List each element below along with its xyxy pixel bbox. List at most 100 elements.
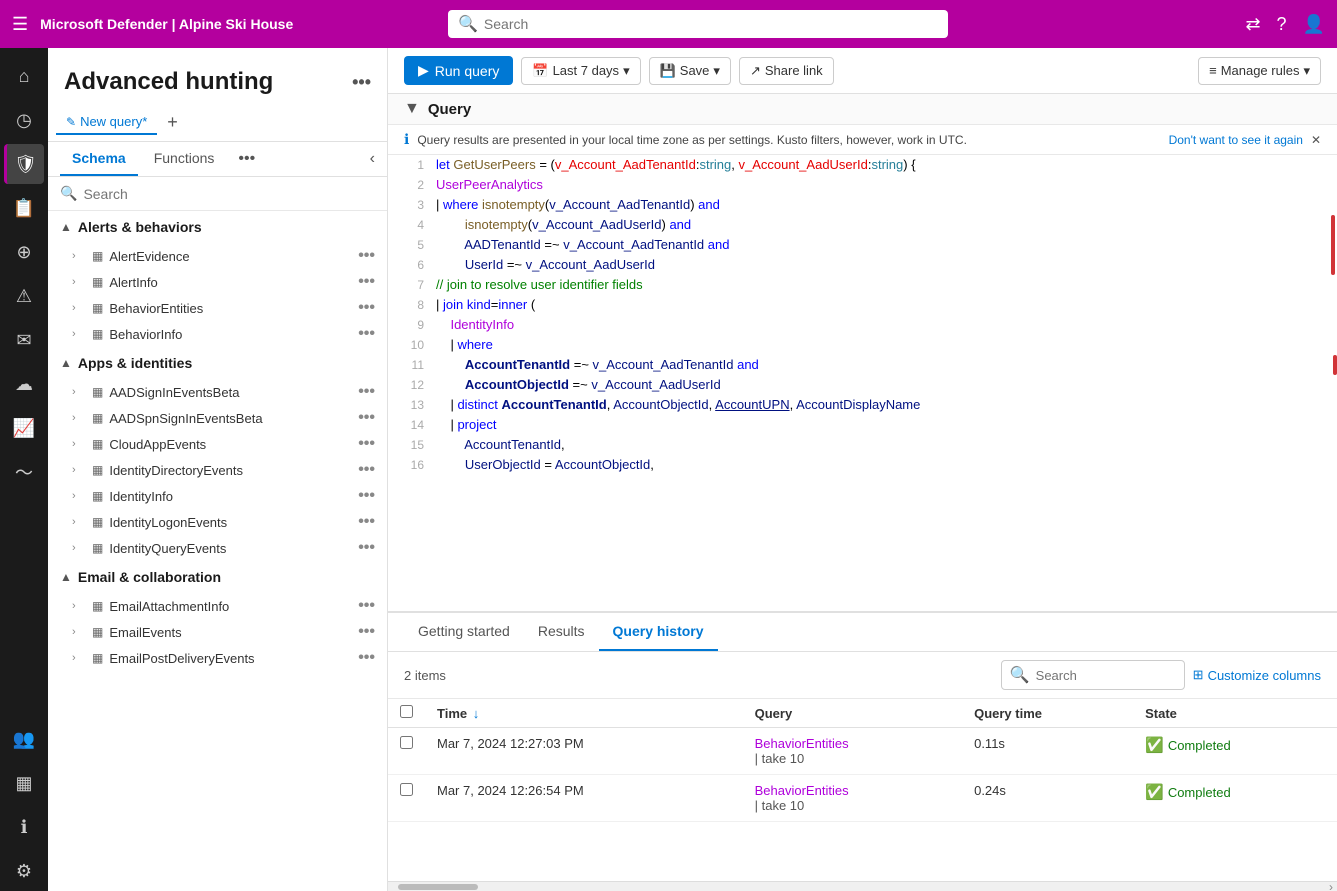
select-all-checkbox[interactable]: [400, 705, 413, 718]
list-item[interactable]: › ▦ EmailPostDeliveryEvents •••: [48, 645, 387, 671]
item-more-icon[interactable]: •••: [358, 247, 375, 265]
history-search-input[interactable]: [1036, 668, 1176, 683]
profile-icon[interactable]: 👤: [1303, 14, 1325, 35]
nav-graph[interactable]: 〜: [4, 452, 44, 492]
tab-schema[interactable]: Schema: [60, 142, 138, 176]
global-search-box[interactable]: 🔍: [448, 10, 948, 38]
add-query-button[interactable]: +: [161, 108, 184, 137]
tab-query-history[interactable]: Query history: [599, 613, 718, 651]
section-alerts-header[interactable]: ▲ Alerts & behaviors: [48, 211, 387, 243]
help-icon[interactable]: ?: [1277, 14, 1287, 35]
nav-people[interactable]: 👥: [4, 719, 44, 759]
nav-shield[interactable]: 🛡: [4, 144, 44, 184]
dismiss-link[interactable]: Don't want to see it again: [1169, 133, 1303, 147]
nav-reports[interactable]: 📋: [4, 188, 44, 228]
query-collapse-icon[interactable]: ▼: [404, 100, 420, 118]
select-all-header[interactable]: [388, 699, 425, 728]
share-icon[interactable]: ⇄: [1245, 14, 1260, 35]
nav-incidents[interactable]: ◷: [4, 100, 44, 140]
tab-functions[interactable]: Functions: [142, 142, 227, 176]
bottom-toolbar: 2 items 🔍 ⊞ Customize columns: [388, 652, 1337, 699]
schema-search-input[interactable]: [83, 186, 375, 202]
nav-cloud[interactable]: ☁: [4, 364, 44, 404]
table-icon: ▦: [92, 301, 103, 315]
row-checkbox[interactable]: [400, 783, 413, 796]
error-marker: [1333, 355, 1337, 375]
code-editor[interactable]: 1 let GetUserPeers = (v_Account_AadTenan…: [388, 155, 1337, 611]
query-column-header[interactable]: Query: [743, 699, 962, 728]
history-table: Time ↓ Query Query time State: [388, 699, 1337, 822]
save-button[interactable]: 💾 Save ▾: [649, 57, 731, 85]
item-more-icon[interactable]: •••: [358, 325, 375, 343]
item-more-icon[interactable]: •••: [358, 539, 375, 557]
left-panel: Advanced hunting ••• ✎ New query* + Sche…: [48, 48, 388, 891]
share-button[interactable]: ↗ Share link: [739, 57, 834, 85]
nav-info[interactable]: ℹ: [4, 807, 44, 847]
nav-mail[interactable]: ✉: [4, 320, 44, 360]
list-item[interactable]: › ▦ IdentityInfo •••: [48, 483, 387, 509]
row-checkbox-cell[interactable]: [388, 728, 425, 775]
manage-rules-button[interactable]: ≡ Manage rules ▾: [1198, 57, 1321, 85]
schema-search-box[interactable]: 🔍: [48, 177, 387, 211]
item-more-icon[interactable]: •••: [358, 597, 375, 615]
customize-columns-button[interactable]: ⊞ Customize columns: [1193, 667, 1321, 683]
table-row[interactable]: Mar 7, 2024 12:26:54 PM BehaviorEntities…: [388, 775, 1337, 822]
new-query-tab[interactable]: ✎ New query*: [56, 110, 157, 135]
last7days-button[interactable]: 📅 Last 7 days ▾: [521, 57, 640, 85]
list-item[interactable]: › ▦ EmailAttachmentInfo •••: [48, 593, 387, 619]
list-item[interactable]: › ▦ EmailEvents •••: [48, 619, 387, 645]
code-line-7: 7 // join to resolve user identifier fie…: [388, 275, 1337, 295]
item-more-icon[interactable]: •••: [358, 461, 375, 479]
time-column-header[interactable]: Time ↓: [425, 699, 743, 728]
list-item[interactable]: › ▦ IdentityQueryEvents •••: [48, 535, 387, 561]
list-item[interactable]: › ▦ BehaviorInfo •••: [48, 321, 387, 347]
query-time-column-header[interactable]: Query time: [962, 699, 1133, 728]
item-more-icon[interactable]: •••: [358, 409, 375, 427]
nav-home[interactable]: ⌂: [4, 56, 44, 96]
section-apps-header[interactable]: ▲ Apps & identities: [48, 347, 387, 379]
table-row[interactable]: Mar 7, 2024 12:27:03 PM BehaviorEntities…: [388, 728, 1337, 775]
section-email-header[interactable]: ▲ Email & collaboration: [48, 561, 387, 593]
item-more-icon[interactable]: •••: [358, 383, 375, 401]
item-more-icon[interactable]: •••: [358, 435, 375, 453]
scrollbar-thumb[interactable]: [398, 884, 478, 890]
nav-settings[interactable]: ⚙: [4, 851, 44, 891]
hamburger-icon[interactable]: ☰: [12, 14, 28, 35]
nav-secure-score[interactable]: ⊕: [4, 232, 44, 272]
item-label: IdentityLogonEvents: [109, 515, 227, 530]
list-item[interactable]: › ▦ AADSignInEventsBeta •••: [48, 379, 387, 405]
list-item[interactable]: › ▦ CloudAppEvents •••: [48, 431, 387, 457]
tab-more-icon[interactable]: •••: [230, 146, 263, 172]
run-query-button[interactable]: ▶ Run query: [404, 56, 513, 85]
code-line-6: 6 UserId =~ v_Account_AadUserId: [388, 255, 1337, 275]
item-more-icon[interactable]: •••: [358, 649, 375, 667]
nav-threat[interactable]: ⚠: [4, 276, 44, 316]
horizontal-scrollbar[interactable]: ›: [388, 881, 1337, 891]
list-item[interactable]: › ▦ BehaviorEntities •••: [48, 295, 387, 321]
row-checkbox-cell[interactable]: [388, 775, 425, 822]
banner-close-icon[interactable]: ✕: [1311, 133, 1321, 147]
list-item[interactable]: › ▦ AlertInfo •••: [48, 269, 387, 295]
item-more-icon[interactable]: •••: [358, 513, 375, 531]
item-more-icon[interactable]: •••: [358, 487, 375, 505]
more-options-icon[interactable]: •••: [352, 72, 371, 93]
item-more-icon[interactable]: •••: [358, 623, 375, 641]
code-line-15: 15 AccountTenantId,: [388, 435, 1337, 455]
list-item[interactable]: › ▦ IdentityLogonEvents •••: [48, 509, 387, 535]
scroll-right-button[interactable]: ›: [1325, 880, 1337, 891]
collapse-panel-button[interactable]: ‹: [370, 150, 375, 168]
history-search-box[interactable]: 🔍: [1001, 660, 1185, 690]
nav-analytics[interactable]: 📈: [4, 408, 44, 448]
row-checkbox[interactable]: [400, 736, 413, 749]
state-column-header[interactable]: State: [1133, 699, 1337, 728]
nav-apps[interactable]: ▦: [4, 763, 44, 803]
item-more-icon[interactable]: •••: [358, 299, 375, 317]
tab-results[interactable]: Results: [524, 613, 599, 651]
tab-getting-started[interactable]: Getting started: [404, 613, 524, 651]
list-item[interactable]: › ▦ AADSpnSignInEventsBeta •••: [48, 405, 387, 431]
list-item[interactable]: › ▦ IdentityDirectoryEvents •••: [48, 457, 387, 483]
item-more-icon[interactable]: •••: [358, 273, 375, 291]
list-item[interactable]: › ▦ AlertEvidence •••: [48, 243, 387, 269]
global-search-input[interactable]: [484, 16, 938, 32]
item-label: AADSpnSignInEventsBeta: [109, 411, 262, 426]
